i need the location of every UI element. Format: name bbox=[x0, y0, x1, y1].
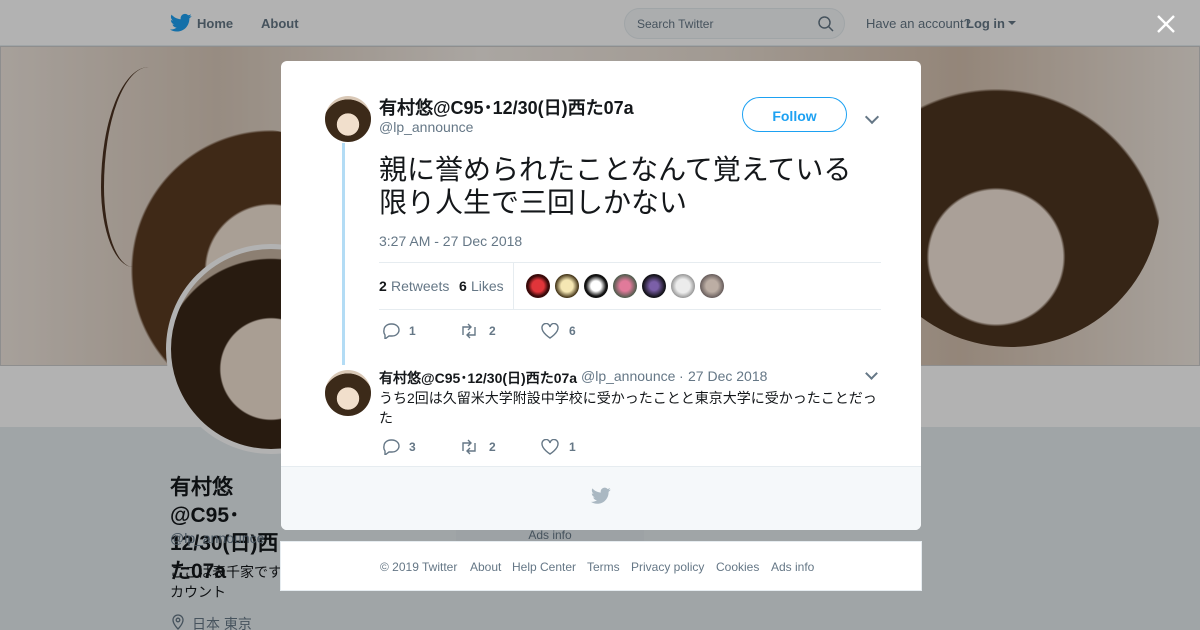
heart-icon[interactable] bbox=[541, 323, 559, 339]
footer-help-link[interactable]: Help Center bbox=[512, 560, 576, 574]
like-count[interactable]: 6 bbox=[569, 324, 576, 338]
reply-count[interactable]: 3 bbox=[409, 440, 416, 454]
reply-date[interactable]: 27 Dec 2018 bbox=[688, 368, 767, 384]
tweet-author-name[interactable]: 有村悠@C95･12/30(日)西た07a bbox=[379, 94, 634, 120]
reply-author-name[interactable]: 有村悠@C95･12/30(日)西た07a bbox=[379, 368, 577, 388]
footer-cookies-link[interactable]: Cookies bbox=[716, 560, 759, 574]
liker-avatar[interactable] bbox=[700, 274, 724, 298]
tweet-timestamp[interactable]: 3:27 AM - 27 Dec 2018 bbox=[379, 233, 522, 249]
retweet-label[interactable]: Retweets bbox=[391, 278, 449, 294]
liker-avatar[interactable] bbox=[526, 274, 550, 298]
modal-footer bbox=[281, 466, 921, 530]
tweet-author-handle[interactable]: @lp_announce bbox=[379, 119, 473, 135]
divider bbox=[379, 309, 881, 310]
author-avatar[interactable] bbox=[325, 96, 371, 142]
tweet-modal: 有村悠@C95･12/30(日)西た07a @lp_announce Follo… bbox=[281, 61, 921, 530]
liker-avatar[interactable] bbox=[671, 274, 695, 298]
retweet-count[interactable]: 2 bbox=[489, 440, 496, 454]
follow-button[interactable]: Follow bbox=[742, 97, 847, 132]
reply-icon[interactable] bbox=[382, 323, 400, 339]
chevron-down-icon[interactable] bbox=[864, 109, 880, 125]
reply-separator: · bbox=[679, 368, 684, 384]
reply-text: うち2回は久留米大学附設中学校に受かったことと東京大学に受かったことだった bbox=[379, 390, 877, 426]
retweet-icon[interactable] bbox=[460, 439, 478, 455]
heart-icon[interactable] bbox=[541, 439, 559, 455]
footer-copyright: © 2019 Twitter bbox=[380, 560, 458, 574]
tweet-text: 親に誉められたことなんて覚えている限り人生で三回しかない bbox=[379, 154, 852, 218]
retweet-icon[interactable] bbox=[460, 323, 478, 339]
retweet-count[interactable]: 2 bbox=[379, 278, 387, 294]
divider bbox=[379, 262, 881, 263]
retweet-count[interactable]: 2 bbox=[489, 324, 496, 338]
reply-author-handle[interactable]: @lp_announce bbox=[581, 368, 675, 384]
close-icon[interactable] bbox=[1156, 14, 1176, 34]
reply-icon[interactable] bbox=[382, 439, 400, 455]
chevron-down-icon[interactable] bbox=[865, 367, 878, 380]
twitter-bird-icon bbox=[591, 487, 611, 504]
footer-ads-link[interactable]: Ads info bbox=[771, 560, 814, 574]
liker-avatar[interactable] bbox=[584, 274, 608, 298]
page-footer: © 2019 Twitter About Help Center Terms P… bbox=[280, 541, 922, 591]
reply-author-avatar[interactable] bbox=[325, 370, 371, 416]
footer-privacy-link[interactable]: Privacy policy bbox=[631, 560, 704, 574]
liker-avatar[interactable] bbox=[555, 274, 579, 298]
like-label[interactable]: Likes bbox=[471, 278, 504, 294]
divider bbox=[513, 263, 514, 309]
footer-terms-link[interactable]: Terms bbox=[587, 560, 620, 574]
thread-connector bbox=[342, 143, 345, 365]
footer-about-link[interactable]: About bbox=[470, 560, 501, 574]
like-count[interactable]: 1 bbox=[569, 440, 576, 454]
liker-avatar[interactable] bbox=[613, 274, 637, 298]
like-count[interactable]: 6 bbox=[459, 278, 467, 294]
liker-avatar[interactable] bbox=[642, 274, 666, 298]
reply-count[interactable]: 1 bbox=[409, 324, 416, 338]
